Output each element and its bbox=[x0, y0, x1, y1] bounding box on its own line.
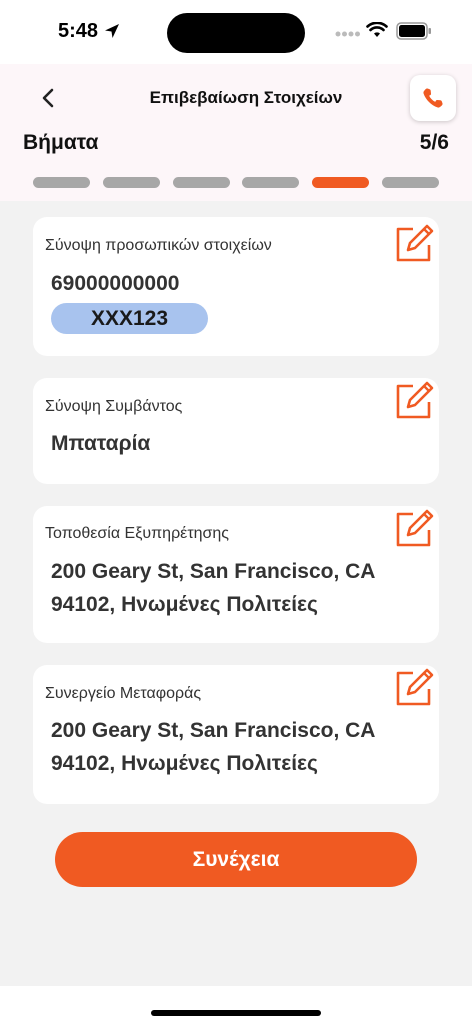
incident-summary-card: Σύνοψη Συμβάντος Μπαταρία bbox=[33, 378, 439, 484]
progress-step-3 bbox=[172, 177, 230, 188]
workshop-label: Συνεργείο Μεταφοράς bbox=[45, 685, 202, 702]
progress-step-5 bbox=[312, 177, 370, 188]
progress-step-2 bbox=[102, 177, 160, 188]
step-progress bbox=[33, 177, 439, 189]
dynamic-island bbox=[167, 13, 305, 53]
call-button[interactable] bbox=[410, 75, 456, 121]
header: Επιβεβαίωση Στοιχείων Βήματα 5/6 bbox=[0, 64, 472, 201]
service-location-label: Τοποθεσία Εξυπηρέτησης bbox=[45, 525, 230, 542]
steps-count: 5/6 bbox=[419, 131, 449, 154]
edit-icon bbox=[396, 224, 434, 262]
license-plate-badge: XXX123 bbox=[51, 303, 208, 334]
incident-summary-label: Σύνοψη Συμβάντος bbox=[45, 398, 183, 415]
steps-label: Βήματα bbox=[23, 131, 99, 154]
edit-icon bbox=[396, 381, 434, 419]
incident-type: Μπαταρία bbox=[51, 432, 151, 455]
personal-summary-label: Σύνοψη προσωπικών στοιχείων bbox=[45, 237, 272, 254]
service-location-line2: 94102, Ηνωμένες Πολιτείες bbox=[51, 593, 318, 616]
location-arrow-icon bbox=[105, 24, 119, 38]
workshop-address-line2: 94102, Ηνωμένες Πολιτείες bbox=[51, 752, 318, 775]
status-bar: 5:48 bbox=[0, 0, 472, 64]
progress-step-1 bbox=[33, 177, 90, 188]
phone-icon bbox=[423, 88, 443, 108]
battery-icon bbox=[396, 22, 431, 40]
edit-location-button[interactable] bbox=[393, 508, 435, 550]
progress-step-6 bbox=[382, 177, 439, 188]
edit-icon bbox=[396, 509, 434, 547]
workshop-card: Συνεργείο Μεταφοράς 200 Geary St, San Fr… bbox=[33, 665, 439, 804]
cellular-signal-icon bbox=[335, 31, 360, 37]
progress-step-4 bbox=[242, 177, 300, 188]
home-indicator[interactable] bbox=[151, 1010, 321, 1016]
personal-summary-card: Σύνοψη προσωπικών στοιχείων 69000000000 … bbox=[33, 217, 439, 356]
service-location-line1: 200 Geary St, San Francisco, CA bbox=[51, 560, 376, 583]
page-title: Επιβεβαίωση Στοιχείων bbox=[149, 88, 343, 107]
wifi-icon bbox=[366, 22, 388, 37]
workshop-address-line1: 200 Geary St, San Francisco, CA bbox=[51, 719, 376, 742]
status-time: 5:48 bbox=[58, 20, 99, 42]
bottom-bar bbox=[0, 986, 472, 1024]
edit-workshop-button[interactable] bbox=[393, 667, 435, 709]
continue-button[interactable]: Συνέχεια bbox=[55, 832, 417, 887]
edit-personal-button[interactable] bbox=[393, 223, 435, 265]
edit-icon bbox=[396, 668, 434, 706]
screen: 5:48 Επιβεβαίωση Στοιχείων Βήματα 5/6 Σύ… bbox=[0, 0, 472, 1024]
phone-number: 69000000000 bbox=[51, 272, 180, 295]
edit-incident-button[interactable] bbox=[393, 380, 435, 422]
service-location-card: Τοποθεσία Εξυπηρέτησης 200 Geary St, San… bbox=[33, 506, 439, 643]
